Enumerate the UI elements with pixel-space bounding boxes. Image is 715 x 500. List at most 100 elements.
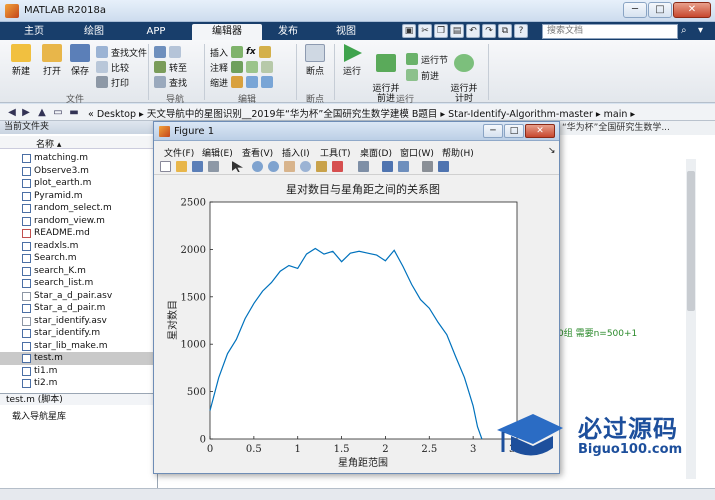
menu-tools[interactable]: 工具(T) <box>320 146 351 159</box>
file-list-item[interactable]: ti1.m <box>0 365 158 378</box>
figure-maximize-button[interactable]: □ <box>504 124 524 138</box>
file-list-item[interactable]: star_lib_make.m <box>0 340 158 353</box>
file-list-item[interactable]: matching.m <box>0 152 158 165</box>
file-list-item[interactable]: Pyramid.m <box>0 190 158 203</box>
name-column-header[interactable]: 名称 ▴ <box>0 136 158 150</box>
run-section-button[interactable]: 运行节 <box>406 52 448 66</box>
new-figure-icon[interactable] <box>160 161 171 172</box>
print-figure-icon[interactable] <box>208 161 219 172</box>
help-icon[interactable]: ? <box>514 24 528 38</box>
figure-close-button[interactable]: ✕ <box>525 124 555 138</box>
file-list-item[interactable]: search_list.m <box>0 277 158 290</box>
show-plot-tools-icon[interactable] <box>438 161 449 172</box>
group-divider <box>334 44 335 100</box>
search-icon[interactable]: ⌕ <box>681 25 693 37</box>
insert-colorbar-icon[interactable] <box>382 161 393 172</box>
rotate-3d-icon[interactable] <box>300 161 311 172</box>
brush-icon[interactable] <box>332 161 343 172</box>
new-button[interactable]: 新建 <box>6 44 36 77</box>
file-name: star_identify.asv <box>34 315 107 326</box>
zoom-out-icon[interactable] <box>268 161 279 172</box>
menu-edit[interactable]: 编辑(E) <box>202 146 233 159</box>
file-list-item[interactable]: README.md <box>0 227 158 240</box>
file-list-item[interactable]: star_identify.m <box>0 327 158 340</box>
file-list-item[interactable]: Star_a_d_pair.m <box>0 302 158 315</box>
open-file-icon[interactable] <box>176 161 187 172</box>
file-list-item[interactable]: plot_earth.m <box>0 177 158 190</box>
insert-legend-icon[interactable] <box>398 161 409 172</box>
up-folder-icon[interactable]: ▲ <box>36 107 48 118</box>
menu-help[interactable]: 帮助(H) <box>442 146 474 159</box>
paste-icon[interactable]: ▤ <box>450 24 464 38</box>
print-button[interactable]: 打印 <box>96 75 129 89</box>
run-button[interactable]: 运行 <box>338 44 366 77</box>
copy-icon[interactable]: ❐ <box>434 24 448 38</box>
back-icon[interactable]: ◀ <box>6 107 18 118</box>
figure-title-bar[interactable]: Figure 1 ─ □ ✕ <box>154 122 559 141</box>
minimize-button[interactable]: ─ <box>623 2 647 18</box>
hide-plot-tools-icon[interactable] <box>422 161 433 172</box>
redo-icon[interactable]: ↷ <box>482 24 496 38</box>
tab-view[interactable]: 视图 <box>320 24 372 40</box>
advance-button[interactable]: 前进 <box>406 68 439 82</box>
file-list-item[interactable]: readxls.m <box>0 240 158 253</box>
open-button[interactable]: 打开 <box>38 44 66 77</box>
wrap-comment-icon <box>261 61 274 73</box>
save-button[interactable]: 保存 <box>66 44 94 77</box>
menu-dock-arrow-icon[interactable]: ↘ <box>548 146 556 156</box>
file-list-item[interactable]: Search.m <box>0 252 158 265</box>
figure-minimize-button[interactable]: ─ <box>483 124 503 138</box>
figure-menu-bar: 文件(F) 编辑(E) 查看(V) 插入(I) 工具(T) 桌面(D) 窗口(W… <box>154 143 559 159</box>
file-list-item[interactable]: ti2.m <box>0 377 158 390</box>
scrollbar-thumb[interactable] <box>687 171 695 311</box>
pointer-icon[interactable] <box>232 161 243 172</box>
close-button[interactable]: ✕ <box>673 2 711 18</box>
menu-file[interactable]: 文件(F) <box>164 146 194 159</box>
file-list-item[interactable]: search_K.m <box>0 265 158 278</box>
tab-publish[interactable]: 发布 <box>262 24 314 40</box>
file-list-item[interactable]: star_identify.asv <box>0 315 158 328</box>
maximize-button[interactable]: □ <box>648 2 672 18</box>
tab-plots[interactable]: 绘图 <box>68 24 120 40</box>
insert-button[interactable]: 插入 fx <box>210 45 271 59</box>
switch-windows-icon[interactable]: ⧉ <box>498 24 512 38</box>
editor-tab-title[interactable]: “华为杯”全国研究生数学... <box>558 121 715 135</box>
compare-icon <box>96 61 108 73</box>
find-files-button[interactable]: 查找文件 <box>96 45 147 59</box>
nav-back-forward[interactable] <box>154 45 181 59</box>
zoom-in-icon[interactable] <box>252 161 263 172</box>
cut-icon[interactable]: ✂ <box>418 24 432 38</box>
browse-folder-icon[interactable]: ▭ <box>52 107 64 118</box>
file-list-item[interactable]: Observe3.m <box>0 165 158 178</box>
data-cursor-icon[interactable] <box>316 161 327 172</box>
vertical-scrollbar[interactable] <box>686 159 696 479</box>
current-path[interactable]: « Desktop ▸ 天文导航中的星图识别__2019年“华为杯”全国研究生数… <box>88 106 635 120</box>
menu-window[interactable]: 窗口(W) <box>400 146 434 159</box>
compare-button[interactable]: 比较 <box>96 60 129 74</box>
file-list-item[interactable]: random_select.m <box>0 202 158 215</box>
pin-icon[interactable]: ▾ <box>698 25 710 37</box>
menu-insert[interactable]: 插入(I) <box>282 146 310 159</box>
m-file-icon <box>22 241 31 251</box>
comment-button[interactable]: 注释 <box>210 60 274 74</box>
breakpoints-button[interactable]: 断点 <box>300 44 330 77</box>
tab-editor[interactable]: 编辑器 <box>192 24 262 40</box>
undo-icon[interactable]: ↶ <box>466 24 480 38</box>
link-plot-icon[interactable] <box>358 161 369 172</box>
menu-desktop[interactable]: 桌面(D) <box>360 146 392 159</box>
details-header[interactable]: test.m (脚本) <box>0 393 158 405</box>
search-documentation-input[interactable]: 搜索文档 <box>542 24 678 39</box>
save-figure-icon[interactable] <box>192 161 203 172</box>
forward-icon[interactable]: ▶ <box>20 107 32 118</box>
file-list-item[interactable]: Star_a_d_pair.asv <box>0 290 158 303</box>
tab-home[interactable]: 主页 <box>10 24 58 40</box>
tab-apps[interactable]: APP <box>130 24 182 40</box>
find-button[interactable]: 查找 <box>154 75 187 89</box>
indent-button[interactable]: 缩进 <box>210 75 274 89</box>
file-list-item[interactable]: test.m <box>0 352 158 365</box>
file-list-item[interactable]: random_view.m <box>0 215 158 228</box>
quick-save-icon[interactable]: ▣ <box>402 24 416 38</box>
goto-button[interactable]: 转至 <box>154 60 187 74</box>
menu-view[interactable]: 查看(V) <box>242 146 273 159</box>
pan-hand-icon[interactable] <box>284 161 295 172</box>
